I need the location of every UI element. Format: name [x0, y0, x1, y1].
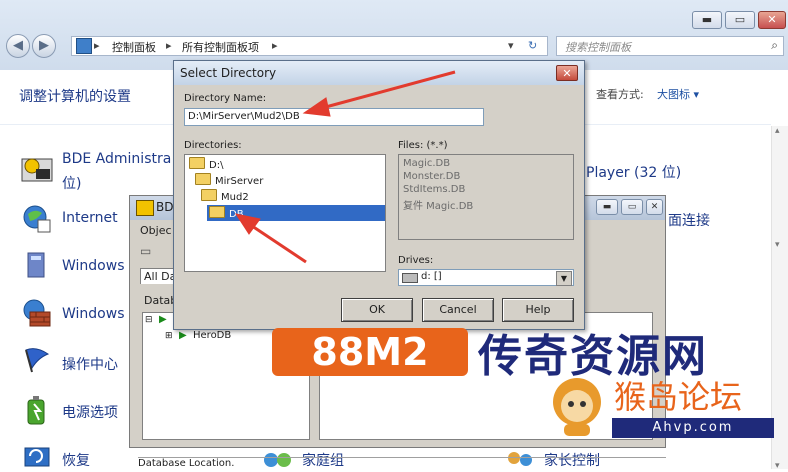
watermark-brand-left: 88M2	[311, 330, 429, 374]
watermark-url: Ahvp.com	[612, 418, 774, 438]
monkey-mascot-icon	[546, 372, 608, 438]
watermark-forum: 猴岛论坛	[614, 378, 743, 416]
annotation-arrow	[321, 70, 456, 110]
watermark-badge: 88M2	[272, 328, 468, 376]
annotation-arrowhead	[302, 97, 331, 117]
annotation-arrow	[251, 224, 307, 264]
annotation-arrowhead	[234, 213, 261, 235]
